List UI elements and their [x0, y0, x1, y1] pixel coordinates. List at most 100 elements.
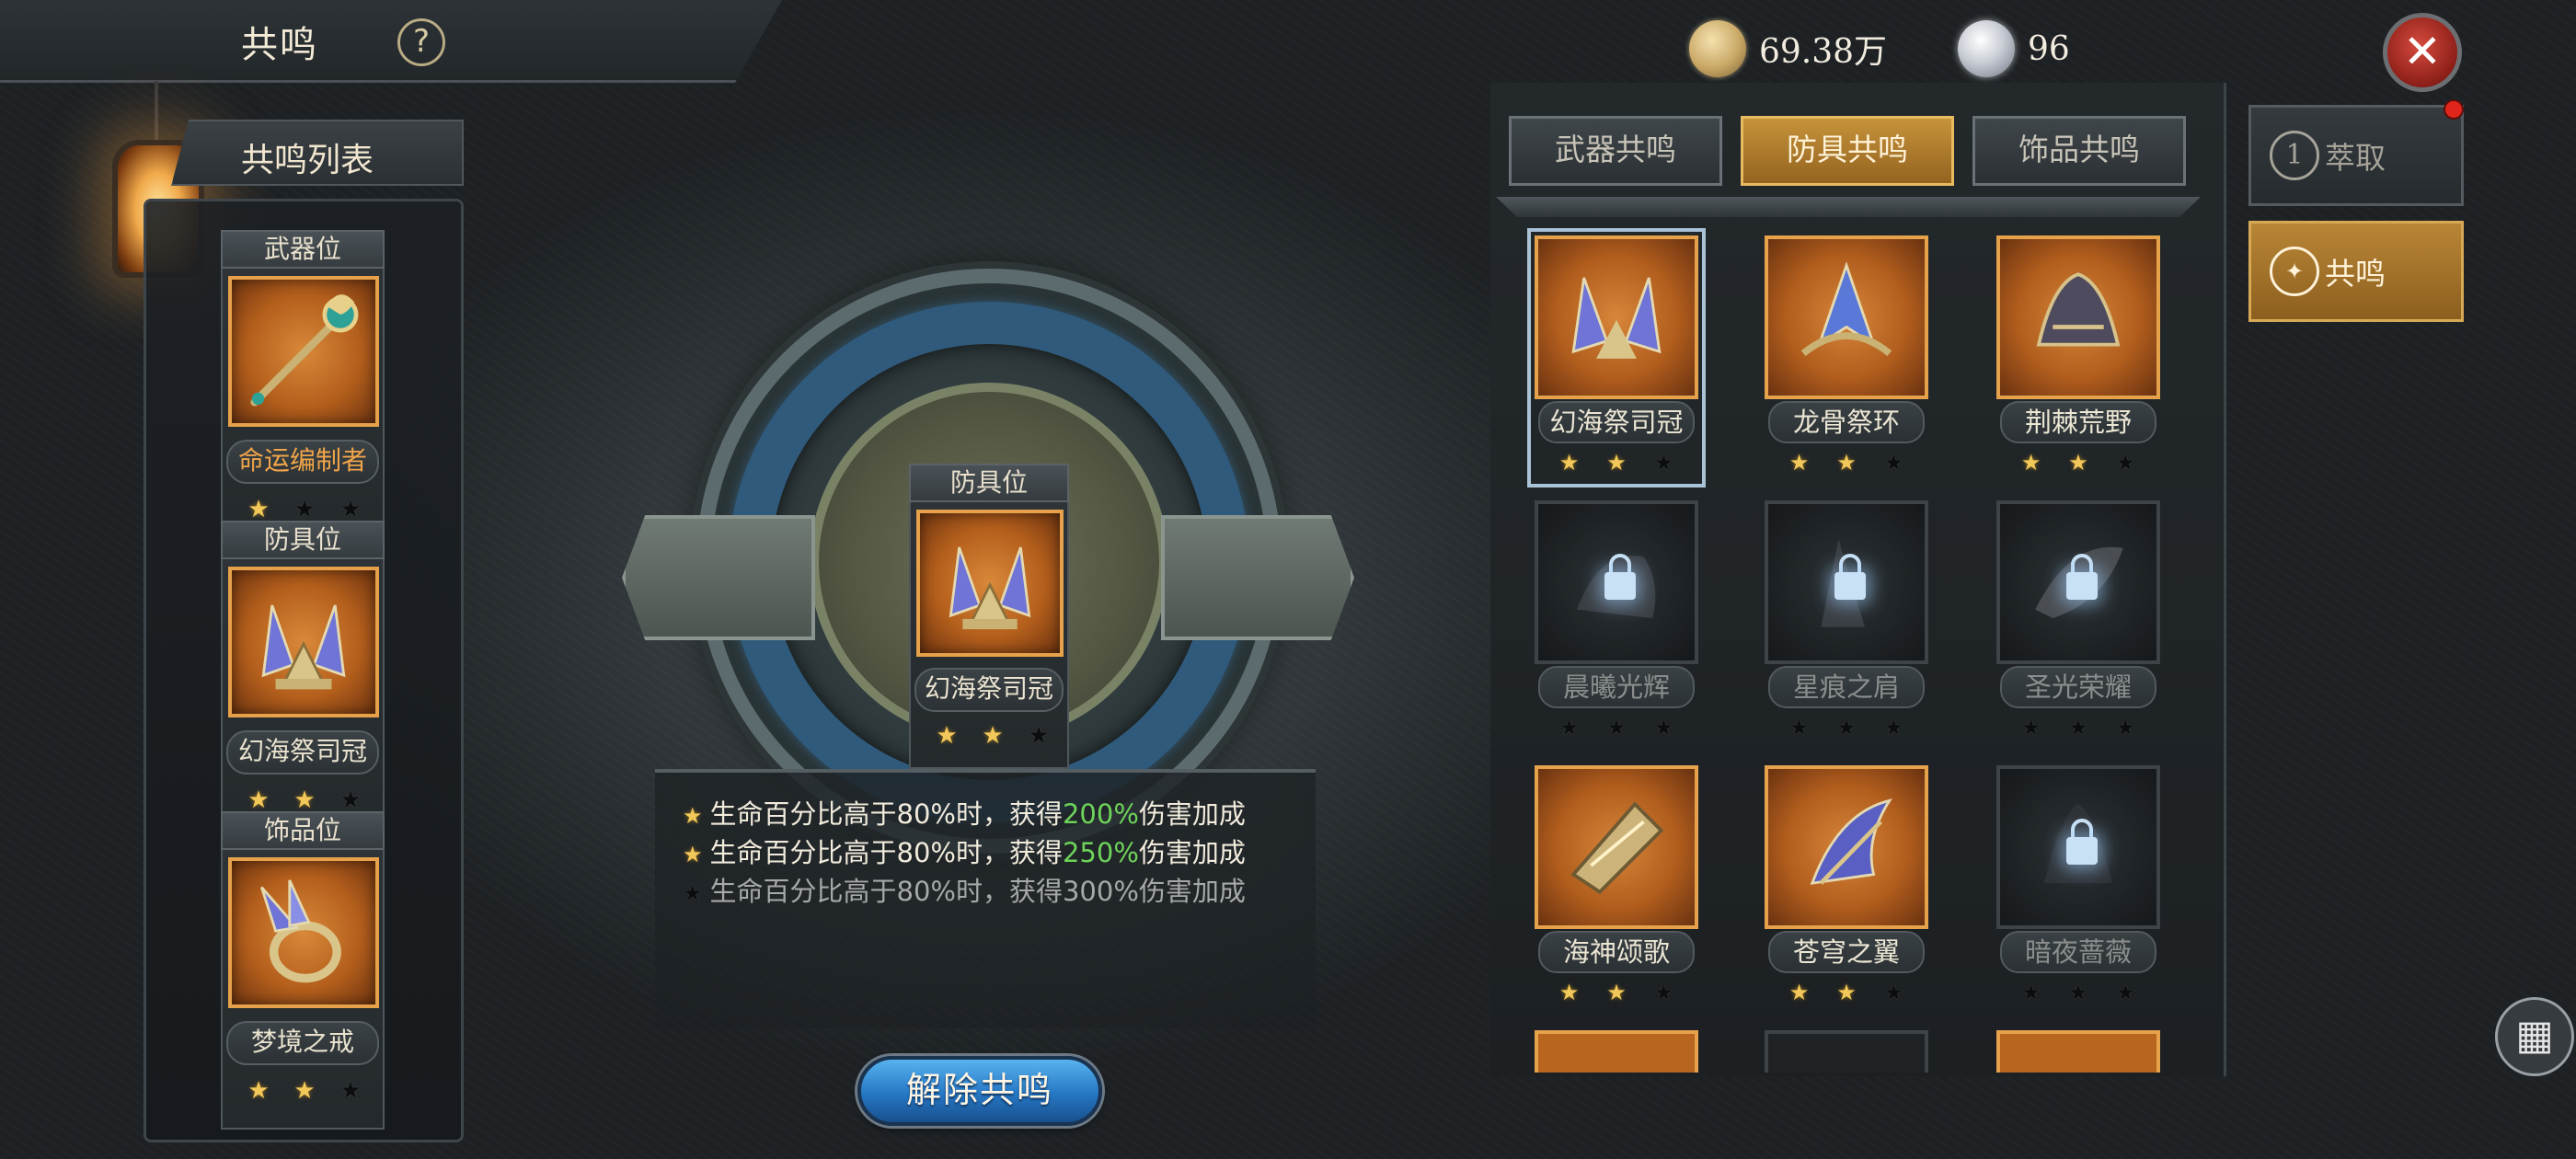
lock-icon: [2066, 554, 2098, 603]
wheel-arm-right: [1161, 515, 1354, 640]
lock-icon: [1604, 554, 1636, 603]
close-button[interactable]: ✕: [2383, 13, 2462, 92]
lock-icon: [2066, 819, 2098, 868]
grid-item-name: 荆棘荒野: [2000, 401, 2156, 443]
resonance-side-button[interactable]: ✦ 共鸣: [2248, 221, 2464, 322]
star-empty-icon: ★: [1653, 715, 1674, 740]
star-filled-icon: ★: [1836, 980, 1857, 1005]
lock-icon: [1834, 554, 1866, 603]
resonance-list-title: 共鸣列表: [241, 142, 374, 179]
star-empty-icon: ★: [1883, 715, 1904, 740]
star-rating: ★ ★ ★: [1546, 447, 1687, 478]
weapon-slot[interactable]: 武器位 命运编制者 ★ ★ ★: [221, 230, 385, 548]
star-empty-icon: ★: [2115, 450, 2136, 476]
grid-item[interactable]: 龙骨祭环 ★ ★ ★: [1765, 235, 1928, 480]
gold-value: 69.38万: [1759, 33, 1888, 71]
grid-item[interactable]: 荆棘荒野 ★ ★ ★: [1996, 235, 2160, 480]
effect-text: 生命百分比高于80%时，获得: [709, 876, 1063, 907]
star-rating: ★ ★ ★: [2007, 447, 2149, 478]
grid-item[interactable]: 晨曦光辉 ★ ★ ★: [1535, 500, 1698, 745]
star-filled-icon: ★: [247, 496, 270, 523]
grid-item-icon[interactable]: [1996, 500, 2160, 664]
effect-line: ★ 生命百分比高于80%时，获得200%伤害加成: [683, 793, 1246, 832]
star-empty-icon: ★: [2115, 715, 2136, 740]
extract-label: 萃取: [2325, 140, 2386, 176]
slot-frame: 命运编制者 ★ ★ ★: [221, 269, 385, 548]
grid-item[interactable]: 幻海祭司冠 ★ ★ ★: [1527, 228, 1706, 488]
grid-item[interactable]: 苍穹之翼 ★ ★ ★: [1765, 765, 1928, 1010]
grid-item-icon[interactable]: [1535, 765, 1698, 929]
star-rating: ★ ★ ★: [1776, 977, 1917, 1008]
tab-weapon-resonance[interactable]: 武器共鸣: [1509, 116, 1722, 186]
star-empty-icon: ★: [1836, 715, 1857, 740]
star-empty-icon: ★: [1028, 722, 1050, 750]
grid-item-icon[interactable]: [1996, 765, 2160, 929]
gem-currency: 96: [1958, 20, 2070, 77]
help-button[interactable]: ?: [397, 18, 445, 66]
star-rating: ★ ★ ★: [1546, 977, 1687, 1008]
menu-grid-button[interactable]: ▦: [2495, 997, 2574, 1076]
slot-label: 防具位: [909, 464, 1069, 502]
resonance-icon: ✦: [2270, 247, 2319, 296]
star-empty-icon: ★: [2068, 980, 2088, 1005]
star-filled-icon: ★: [247, 786, 270, 814]
star-rating: ★ ★ ★: [924, 719, 1062, 752]
tab-armor-resonance[interactable]: 防具共鸣: [1741, 116, 1954, 186]
effect-text: 伤害加成: [1138, 837, 1246, 868]
grid-item-name: 苍穹之翼: [1768, 931, 1925, 973]
star-filled-icon: ★: [2068, 450, 2088, 476]
armor-item-icon[interactable]: [228, 567, 379, 717]
effect-text: 伤害加成: [1138, 798, 1246, 830]
extract-button[interactable]: 1 萃取: [2248, 105, 2464, 206]
wing-blade-icon: [1810, 798, 1892, 885]
star-empty-icon: ★: [1653, 980, 1674, 1005]
grid-item[interactable]: 暗夜蔷薇 ★ ★ ★: [1996, 765, 2160, 1010]
grid-item-partial[interactable]: [1765, 1030, 1928, 1073]
grid-item-partial[interactable]: [1535, 1030, 1698, 1073]
extract-icon: 1: [2270, 131, 2319, 180]
circlet-icon: [1800, 261, 1892, 357]
center-item-icon[interactable]: [916, 510, 1064, 657]
accessory-item-icon[interactable]: [228, 857, 379, 1008]
star-empty-icon: ★: [339, 1077, 362, 1105]
grid-item-partial[interactable]: [1996, 1030, 2160, 1073]
grid-item-icon[interactable]: [1535, 500, 1698, 664]
star-empty-icon: ★: [1606, 715, 1627, 740]
star-empty-icon: ★: [1653, 450, 1674, 476]
grid-item[interactable]: 海神颂歌 ★ ★ ★: [1535, 765, 1698, 1010]
sword-guard-icon: [1570, 801, 1664, 895]
star-filled-icon: ★: [683, 842, 703, 867]
tab-accessory-resonance[interactable]: 饰品共鸣: [1972, 116, 2186, 186]
star-empty-icon: ★: [2068, 715, 2088, 740]
weapon-item-icon[interactable]: [228, 276, 379, 427]
slot-label: 武器位: [221, 230, 385, 269]
ring-icon: [259, 879, 341, 983]
effect-percent: 300%: [1062, 876, 1139, 907]
star-rating: ★ ★ ★: [2007, 977, 2149, 1008]
grid-item-icon[interactable]: [1765, 235, 1928, 399]
effect-text: 伤害加成: [1138, 876, 1246, 907]
accessory-slot[interactable]: 饰品位 梦境之戒 ★ ★ ★: [221, 811, 385, 1130]
star-rating: ★ ★ ★: [1546, 712, 1687, 743]
star-rating: ★ ★ ★: [1776, 447, 1917, 478]
star-rating: ★ ★ ★: [2007, 712, 2149, 743]
grid-item-icon[interactable]: [1765, 765, 1928, 929]
star-filled-icon: ★: [1836, 450, 1857, 476]
grid-item[interactable]: 星痕之肩 ★ ★ ★: [1765, 500, 1928, 745]
grid-item-icon[interactable]: [1765, 500, 1928, 664]
star-empty-icon: ★: [683, 880, 703, 906]
slot-item-name: 幻海祭司冠: [226, 730, 379, 775]
armor-slot[interactable]: 防具位 幻海祭司冠 ★ ★ ★: [221, 521, 385, 839]
grid-item[interactable]: 圣光荣耀 ★ ★ ★: [1996, 500, 2160, 745]
star-empty-icon: ★: [293, 496, 316, 523]
crown-icon: [949, 546, 1031, 630]
star-filled-icon: ★: [683, 803, 703, 829]
crown-icon: [1571, 277, 1662, 359]
effect-text: 生命百分比高于80%时，获得: [709, 837, 1063, 868]
grid-item-icon[interactable]: [1996, 235, 2160, 399]
star-filled-icon: ★: [1558, 450, 1580, 476]
center-armor-slot[interactable]: 防具位 幻海祭司冠 ★ ★ ★: [909, 464, 1069, 769]
slot-frame: 梦境之戒 ★ ★ ★: [221, 850, 385, 1130]
grid-item-icon[interactable]: [1535, 235, 1698, 399]
release-resonance-button[interactable]: 解除共鸣: [857, 1056, 1102, 1126]
